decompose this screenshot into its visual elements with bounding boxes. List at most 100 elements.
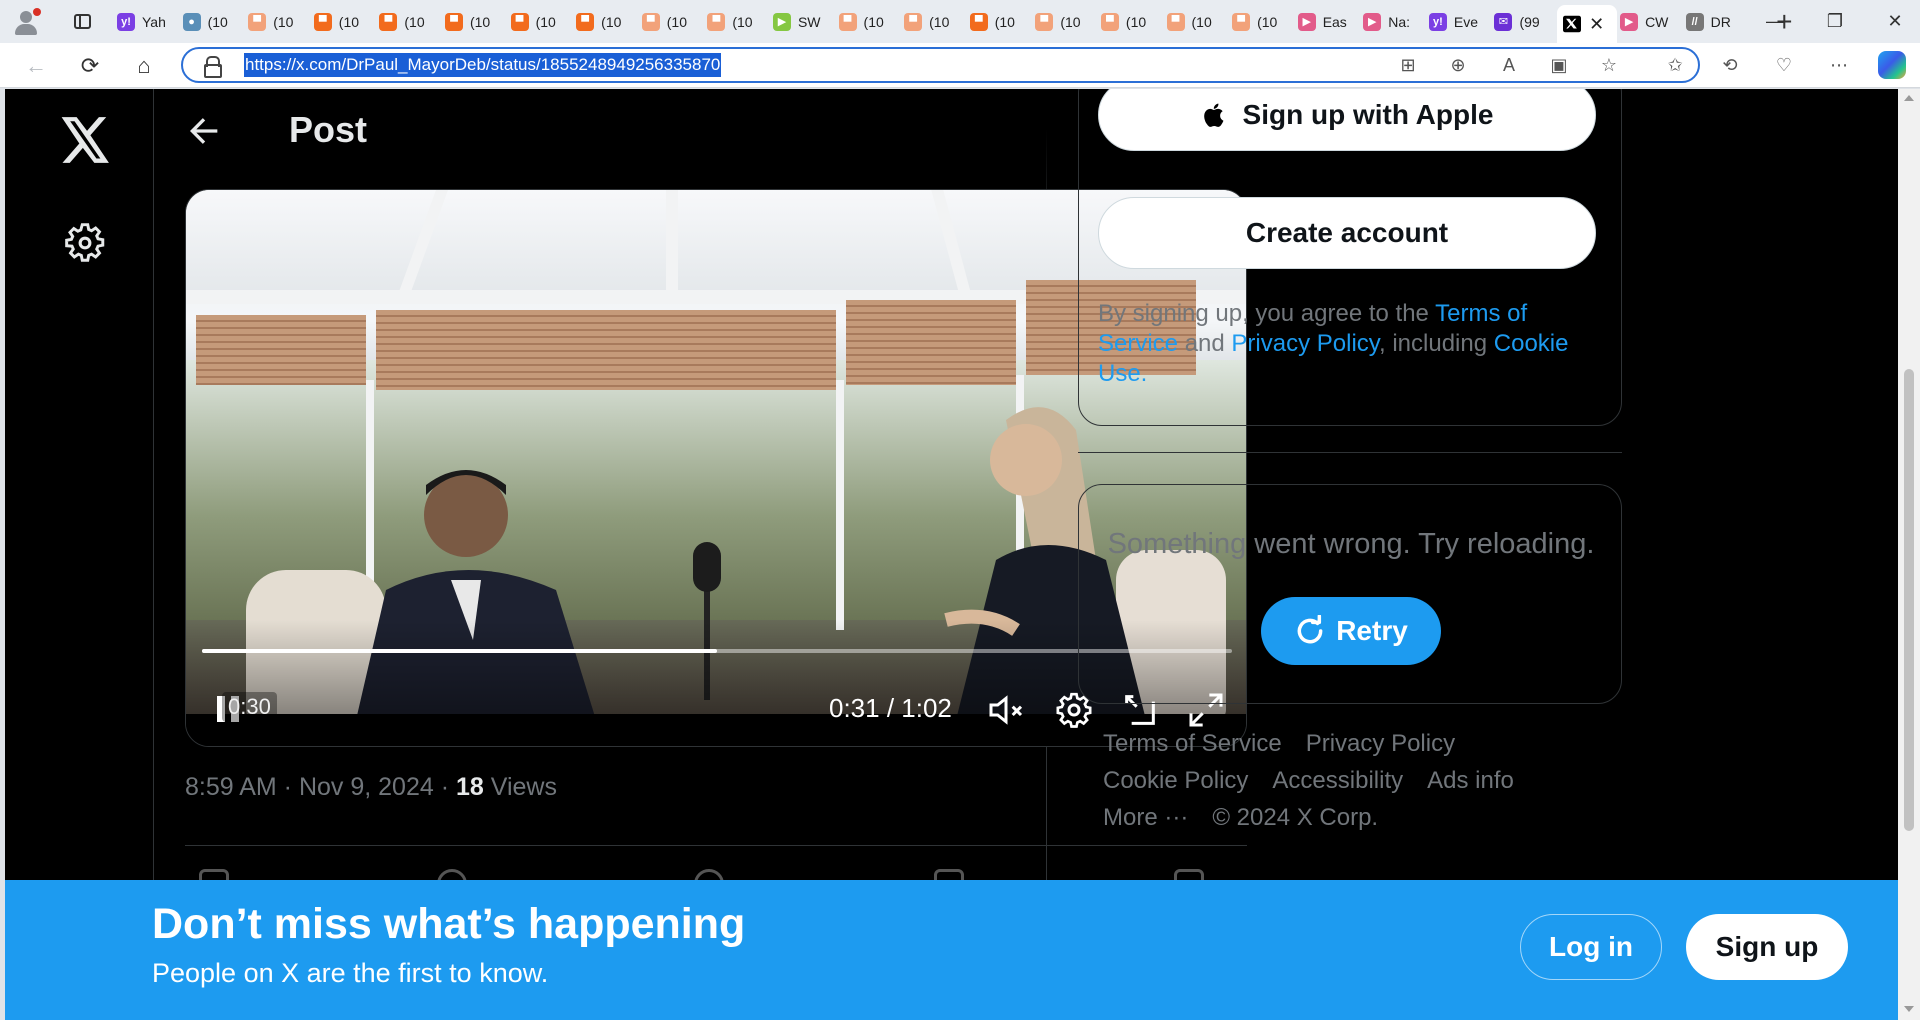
video-progress-fill <box>202 649 717 653</box>
settings-gear-icon[interactable] <box>63 221 107 265</box>
browser-tab[interactable]: ▀ (10 <box>1032 6 1098 38</box>
close-tab-icon[interactable]: ✕ <box>1589 14 1604 35</box>
signup-button[interactable]: Sign up <box>1686 914 1848 980</box>
more-menu-icon[interactable]: ⋯ <box>1827 53 1851 77</box>
scrollbar-thumb[interactable] <box>1904 369 1914 831</box>
browser-tab[interactable]: ▀ (10 <box>376 6 442 38</box>
browser-tab[interactable]: ✉ (99 <box>1491 6 1557 38</box>
scroll-down-icon[interactable] <box>1904 1006 1914 1012</box>
url-text[interactable]: https://x.com/DrPaul_MayorDeb/status/185… <box>244 53 722 77</box>
browser-tab[interactable]: ▀ (10 <box>442 6 508 38</box>
signup-label: Sign up <box>1715 931 1819 962</box>
address-bar-row: ← ⟳ ⌂ https://x.com/DrPaul_MayorDeb/stat… <box>0 43 1920 88</box>
browser-tab[interactable]: ▀ (10 <box>967 6 1033 38</box>
retry-label: Retry <box>1336 615 1408 646</box>
browser-tab[interactable]: ▀ (10 <box>573 6 639 38</box>
browser-tab-label: (10 <box>404 13 425 30</box>
yahoo-icon: y! <box>1428 12 1447 31</box>
substack-icon: ▀ <box>904 12 923 31</box>
privacy-link[interactable]: Privacy Policy <box>1231 330 1379 357</box>
browser-tab[interactable]: y! Yah <box>114 6 180 38</box>
footer-privacy-link[interactable]: Privacy Policy <box>1306 730 1455 758</box>
profile-avatar[interactable] <box>8 4 44 40</box>
restore-icon[interactable]: ❐ <box>1805 0 1865 43</box>
footer-cookie-link[interactable]: Cookie Policy <box>1103 767 1248 795</box>
immersive-reader-icon[interactable]: ▣ <box>1547 53 1571 77</box>
scroll-up-icon[interactable] <box>1904 95 1914 101</box>
legal-including: , including <box>1379 330 1494 357</box>
scrub-preview-time: 0:30 <box>222 692 277 722</box>
footer-accessibility-link[interactable]: Accessibility <box>1272 767 1403 795</box>
divider <box>1078 452 1622 453</box>
browser-tab[interactable]: ▀ (10 <box>1229 6 1295 38</box>
footer-more-link[interactable]: More ··· <box>1103 804 1188 832</box>
history-icon[interactable]: ⟲ <box>1718 53 1742 77</box>
banner-title: Don’t miss what’s happening <box>152 900 746 948</box>
retry-button[interactable]: Retry <box>1261 597 1441 665</box>
read-aloud-icon[interactable]: A <box>1497 53 1521 77</box>
browser-tab-label: (10 <box>1125 13 1147 30</box>
footer-terms-link[interactable]: Terms of Service <box>1103 730 1282 758</box>
back-icon[interactable]: ← <box>18 49 54 83</box>
substack-icon: ▀ <box>838 12 857 31</box>
browser-tab[interactable]: y! Eve <box>1426 6 1492 38</box>
close-window-icon[interactable]: ✕ <box>1865 0 1920 43</box>
x-logo-icon[interactable] <box>61 117 111 163</box>
url-input[interactable]: https://x.com/DrPaul_MayorDeb/status/185… <box>181 47 1700 83</box>
x-logo-icon <box>1563 15 1582 33</box>
muted-speaker-icon[interactable] <box>986 690 1026 730</box>
video-icon: ▶ <box>1620 12 1639 31</box>
scrollbar[interactable] <box>1898 89 1920 1020</box>
post-header: Post <box>154 89 1047 189</box>
browser-tab[interactable]: ▀ (10 <box>836 6 902 38</box>
browser-tab[interactable]: ▶ Eas <box>1295 6 1361 38</box>
tab-strip: y! Yah ● (10 ▀ (10 ▀ (10 ▀ (10 ▀ (10 ▀ (10 ▀ (10 ▀ (10 ▀ (1… <box>114 0 1802 43</box>
copilot-icon[interactable] <box>1878 51 1906 79</box>
browser-tab-label: SW <box>797 13 821 30</box>
substack-icon: ▀ <box>379 12 398 31</box>
refresh-icon[interactable]: ⟳ <box>72 49 108 83</box>
browser-tab-label: Na: <box>1388 13 1411 30</box>
post-time-date[interactable]: 8:59 AM · Nov 9, 2024 · <box>185 773 456 801</box>
back-arrow-icon[interactable] <box>184 111 224 151</box>
favorite-star-icon[interactable]: ☆ <box>1597 53 1621 77</box>
browser-tab-label: (10 <box>929 13 950 30</box>
browser-tab-active[interactable]: ✕ <box>1557 5 1618 43</box>
browser-tab[interactable]: // DR <box>1683 6 1749 38</box>
home-icon[interactable]: ⌂ <box>126 49 162 83</box>
tab-actions-icon[interactable] <box>64 4 100 40</box>
minimize-icon[interactable]: — <box>1745 0 1805 43</box>
browser-tab-label: (10 <box>1191 13 1212 30</box>
favorites-icon[interactable]: ✩ <box>1663 53 1687 77</box>
browser-tab[interactable]: ▀ (10 <box>245 6 311 38</box>
browser-tab-label: (10 <box>601 13 622 30</box>
substack-icon: ▀ <box>313 12 332 31</box>
browser-tab[interactable]: ▀ (10 <box>639 6 705 38</box>
browser-tab-label: Eas <box>1322 13 1347 30</box>
browser-tab[interactable]: ▀ (10 <box>508 6 574 38</box>
health-icon[interactable]: ♡ <box>1772 53 1796 77</box>
zoom-icon[interactable]: ⊕ <box>1446 53 1470 77</box>
views-count: 18 <box>455 773 484 801</box>
browser-tab[interactable]: ▶ Na: <box>1360 6 1426 38</box>
substack-icon: ▀ <box>576 12 595 31</box>
browser-tab[interactable]: ▀ (10 <box>704 6 770 38</box>
browser-tab[interactable]: ▀ (10 <box>311 6 377 38</box>
browser-tab[interactable]: ▶ CW <box>1617 6 1683 38</box>
footer-ads-link[interactable]: Ads info <box>1427 767 1514 795</box>
signup-banner: Don’t miss what’s happening People on X … <box>5 880 1898 1020</box>
browser-tab[interactable]: ● (10 <box>180 6 246 38</box>
browser-tab[interactable]: ▀ (10 <box>1164 6 1230 38</box>
browser-tab[interactable]: ▀ (10 <box>1098 6 1164 38</box>
mail-icon: ✉ <box>1494 12 1513 31</box>
signup-apple-button[interactable]: Sign up with Apple <box>1098 89 1596 151</box>
login-button[interactable]: Log in <box>1520 914 1662 980</box>
browser-tab[interactable]: ▶ SW <box>770 6 836 38</box>
login-label: Log in <box>1549 931 1633 962</box>
browser-tab[interactable]: ▀ (10 <box>901 6 967 38</box>
apps-icon[interactable]: ⊞ <box>1396 53 1420 77</box>
lock-icon[interactable] <box>203 56 222 78</box>
browser-tab-label: (10 <box>666 13 687 30</box>
create-account-button[interactable]: Create account <box>1098 197 1596 269</box>
substack-icon: ▀ <box>1035 12 1054 31</box>
